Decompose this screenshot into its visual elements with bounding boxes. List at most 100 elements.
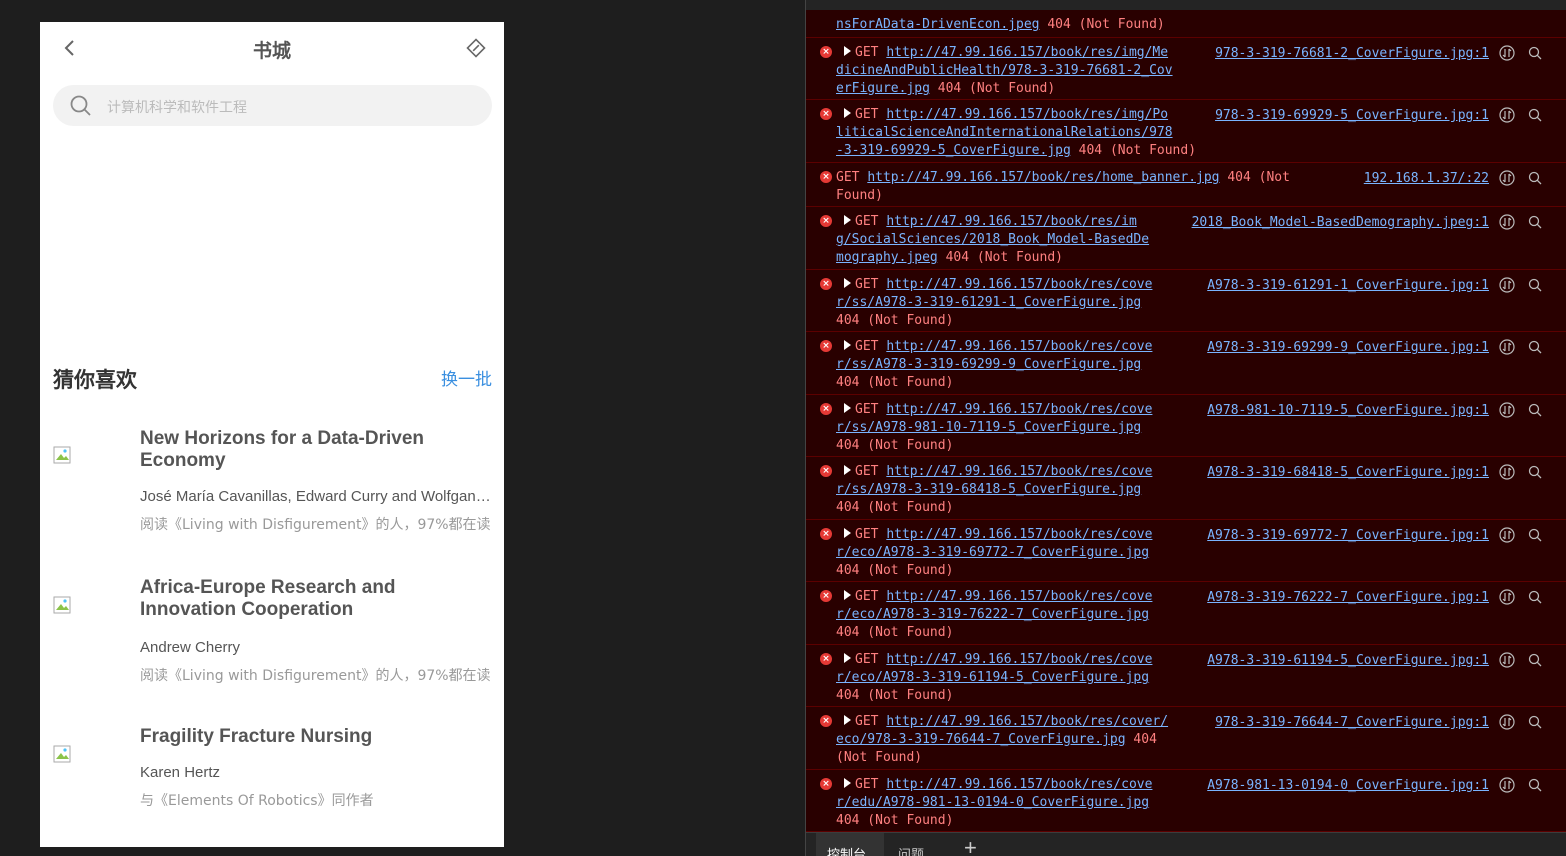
network-panel-icon[interactable] [1499, 214, 1515, 230]
expand-triangle-icon[interactable] [844, 46, 851, 56]
source-link[interactable]: A978-981-10-7119-5_CoverFigure.jpg:1 [1207, 402, 1489, 420]
expand-triangle-icon[interactable] [844, 590, 851, 600]
request-url-cont[interactable]: liticalScienceAndInternationalRelations/… [836, 125, 1173, 140]
request-url-cont[interactable]: r/eco/A978-3-319-69772-7_CoverFigure.jpg [836, 545, 1149, 560]
network-panel-icon[interactable] [1499, 714, 1515, 730]
refresh-batch-link[interactable]: 换一批 [441, 365, 492, 390]
tab-console[interactable]: 控制台 [827, 844, 866, 856]
request-url-cont[interactable]: erFigure.jpg [836, 81, 930, 96]
source-link[interactable]: A978-3-319-68418-5_CoverFigure.jpg:1 [1207, 464, 1489, 482]
console-error-row[interactable]: × GET http://47.99.166.157/book/res/home… [806, 163, 1566, 207]
request-url[interactable]: http://47.99.166.157/book/res/img/Po [886, 107, 1168, 122]
console-error-row[interactable]: × GET http://47.99.166.157/book/res/cove… [806, 707, 1566, 770]
tab-issues[interactable]: 问题 [898, 844, 924, 856]
request-url-cont[interactable]: r/edu/A978-981-13-0194-0_CoverFigure.jpg [836, 795, 1149, 810]
expand-triangle-icon[interactable] [844, 340, 851, 350]
request-url-cont[interactable]: eco/978-3-319-76644-7_CoverFigure.jpg [836, 732, 1126, 747]
request-url[interactable]: http://47.99.166.157/book/res/cove [886, 339, 1152, 354]
search-icon[interactable] [1527, 277, 1543, 293]
source-link[interactable]: 2018_Book_Model-BasedDemography.jpeg:1 [1192, 214, 1489, 232]
network-panel-icon[interactable] [1499, 589, 1515, 605]
search-icon[interactable] [1527, 464, 1543, 480]
network-panel-icon[interactable] [1499, 402, 1515, 418]
search-icon[interactable] [1527, 107, 1543, 123]
source-link[interactable]: A978-3-319-61194-5_CoverFigure.jpg:1 [1207, 652, 1489, 670]
search-icon[interactable] [1527, 45, 1543, 61]
network-panel-icon[interactable] [1499, 107, 1515, 123]
search-icon[interactable] [1527, 339, 1543, 355]
network-panel-icon[interactable] [1499, 277, 1515, 293]
console-error-row[interactable]: × GET http://47.99.166.157/book/res/cove… [806, 520, 1566, 582]
source-link[interactable]: A978-3-319-61291-1_CoverFigure.jpg:1 [1207, 277, 1489, 295]
add-tab-icon[interactable]: + [964, 837, 977, 856]
console-error-row[interactable]: × GET http://47.99.166.157/book/res/cove… [806, 645, 1566, 707]
console-error-row[interactable]: × GET http://47.99.166.157/book/res/img/… [806, 100, 1566, 163]
scan-icon[interactable] [466, 38, 486, 58]
request-url[interactable]: http://47.99.166.157/book/res/cove [886, 402, 1152, 417]
expand-triangle-icon[interactable] [844, 403, 851, 413]
request-url-cont[interactable]: -3-319-69929-5_CoverFigure.jpg [836, 143, 1071, 158]
request-url[interactable]: http://47.99.166.157/book/res/im [886, 214, 1136, 229]
console-error-row[interactable]: × GET http://47.99.166.157/book/res/cove… [806, 770, 1566, 832]
request-url-cont[interactable]: g/SocialSciences/2018_Book_Model-BasedDe [836, 232, 1149, 247]
console-error-row[interactable]: × GET http://47.99.166.157/book/res/cove… [806, 582, 1566, 645]
network-panel-icon[interactable] [1499, 170, 1515, 186]
request-url[interactable]: http://47.99.166.157/book/res/cove [886, 527, 1152, 542]
expand-triangle-icon[interactable] [844, 715, 851, 725]
source-link[interactable]: A978-3-319-69299-9_CoverFigure.jpg:1 [1207, 339, 1489, 357]
request-url[interactable]: http://47.99.166.157/book/res/cove [886, 464, 1152, 479]
request-url[interactable]: http://47.99.166.157/book/res/cover/ [886, 714, 1168, 729]
source-link[interactable]: A978-981-13-0194-0_CoverFigure.jpg:1 [1207, 777, 1489, 795]
expand-triangle-icon[interactable] [844, 465, 851, 475]
expand-triangle-icon[interactable] [844, 108, 851, 118]
console-error-row[interactable]: × GET http://47.99.166.157/book/res/img/… [806, 38, 1566, 100]
request-url[interactable]: http://47.99.166.157/book/res/cove [886, 777, 1152, 792]
request-url[interactable]: http://47.99.166.157/book/res/cove [886, 277, 1152, 292]
expand-triangle-icon[interactable] [844, 278, 851, 288]
source-link[interactable]: 978-3-319-69929-5_CoverFigure.jpg:1 [1215, 107, 1489, 125]
console-error-row[interactable]: × GET http://47.99.166.157/book/res/cove… [806, 395, 1566, 457]
search-icon[interactable] [1527, 170, 1543, 186]
request-url[interactable]: http://47.99.166.157/book/res/cove [886, 589, 1152, 604]
search-icon[interactable] [1527, 714, 1543, 730]
book-item[interactable]: Africa-Europe Research and Innovation Co… [53, 577, 492, 687]
console-error-row[interactable]: × GET http://47.99.166.157/book/res/im g… [806, 207, 1566, 270]
network-panel-icon[interactable] [1499, 652, 1515, 668]
console-error-row[interactable]: × GET http://47.99.166.157/book/res/cove… [806, 270, 1566, 332]
request-url-cont[interactable]: r/ss/A978-3-319-69299-9_CoverFigure.jpg [836, 357, 1141, 372]
search-bar[interactable]: 计算机科学和软件工程 [53, 85, 492, 126]
request-url-cont[interactable]: dicineAndPublicHealth/978-3-319-76681-2_… [836, 63, 1173, 78]
request-url[interactable]: http://47.99.166.157/book/res/home_banne… [867, 170, 1219, 185]
network-panel-icon[interactable] [1499, 339, 1515, 355]
search-icon[interactable] [1527, 214, 1543, 230]
network-panel-icon[interactable] [1499, 777, 1515, 793]
search-icon[interactable] [1527, 589, 1543, 605]
console-error-row[interactable]: × GET http://47.99.166.157/book/res/cove… [806, 457, 1566, 520]
request-url-cont[interactable]: r/ss/A978-3-319-68418-5_CoverFigure.jpg [836, 482, 1141, 497]
network-panel-icon[interactable] [1499, 527, 1515, 543]
request-url-cont[interactable]: r/eco/A978-3-319-61194-5_CoverFigure.jpg [836, 670, 1149, 685]
request-url[interactable]: http://47.99.166.157/book/res/img/Me [886, 45, 1168, 60]
expand-triangle-icon[interactable] [844, 778, 851, 788]
book-item[interactable]: Fragility Fracture Nursing Karen Hertz 与… [53, 726, 492, 836]
console-error-row[interactable]: nsForAData-DrivenEcon.jpeg 404 (Not Foun… [806, 0, 1566, 38]
request-url-cont[interactable]: r/ss/A978-981-10-7119-5_CoverFigure.jpg [836, 420, 1141, 435]
source-link[interactable]: A978-3-319-69772-7_CoverFigure.jpg:1 [1207, 527, 1489, 545]
request-url-cont[interactable]: r/ss/A978-3-319-61291-1_CoverFigure.jpg [836, 295, 1141, 310]
network-panel-icon[interactable] [1499, 464, 1515, 480]
network-panel-icon[interactable] [1499, 45, 1515, 61]
console-error-row[interactable]: × GET http://47.99.166.157/book/res/cove… [806, 332, 1566, 395]
request-url-cont[interactable]: r/eco/A978-3-319-76222-7_CoverFigure.jpg [836, 607, 1149, 622]
expand-triangle-icon[interactable] [844, 528, 851, 538]
request-url-cont[interactable]: mography.jpeg [836, 250, 938, 265]
expand-triangle-icon[interactable] [844, 215, 851, 225]
search-icon[interactable] [1527, 402, 1543, 418]
search-icon[interactable] [1527, 652, 1543, 668]
request-url[interactable]: http://47.99.166.157/book/res/cove [886, 652, 1152, 667]
expand-triangle-icon[interactable] [844, 653, 851, 663]
source-link[interactable]: 192.168.1.37/:22 [1364, 170, 1489, 188]
source-link[interactable]: A978-3-319-76222-7_CoverFigure.jpg:1 [1207, 589, 1489, 607]
search-icon[interactable] [1527, 527, 1543, 543]
book-item[interactable]: New Horizons for a Data-Driven Economy J… [53, 428, 492, 538]
source-link[interactable]: 978-3-319-76681-2_CoverFigure.jpg:1 [1215, 45, 1489, 63]
